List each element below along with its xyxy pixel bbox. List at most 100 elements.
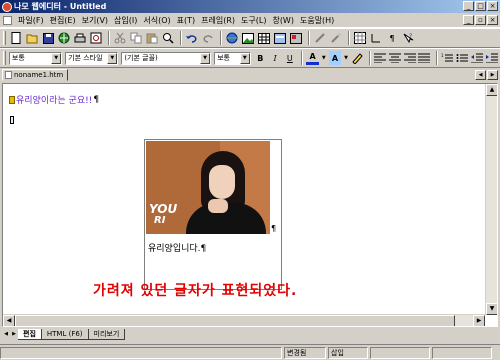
tab-next-button[interactable]: ▶	[487, 70, 498, 80]
menu-frame[interactable]: 프레임(R)	[198, 15, 238, 26]
tab-preview[interactable]: 미리보기	[88, 328, 126, 340]
status-insert-mode: 삽입	[328, 346, 368, 359]
outdent-icon[interactable]	[470, 51, 483, 65]
base-style-select[interactable]: 기본 스타일 ▼	[65, 51, 119, 65]
copy-icon[interactable]	[129, 31, 143, 45]
scroll-left-button[interactable]: ◀	[3, 315, 15, 326]
new-icon[interactable]	[9, 31, 23, 45]
view-tab-prev-icon[interactable]: ◀	[2, 329, 10, 339]
font-select[interactable]: (기본 글꼴) ▼	[121, 51, 212, 65]
vertical-scrollbar[interactable]: ▲ ▼	[485, 84, 497, 315]
align-right-icon[interactable]	[403, 51, 416, 65]
form-icon[interactable]	[273, 31, 287, 45]
undo-icon[interactable]	[185, 31, 199, 45]
menu-view[interactable]: 보기(V)	[79, 15, 111, 26]
print-icon[interactable]	[73, 31, 87, 45]
scroll-up-button[interactable]: ▲	[486, 84, 497, 96]
toolbar-separator	[180, 31, 182, 45]
doc-restore-button[interactable]: ▫	[475, 15, 486, 25]
publish-icon[interactable]	[57, 31, 71, 45]
layer-icon[interactable]	[313, 31, 327, 45]
tab-noname1[interactable]: noname1.htm	[2, 69, 69, 81]
indent-icon[interactable]	[485, 51, 498, 65]
chevron-down-icon[interactable]: ▼	[107, 52, 118, 64]
highlight-icon[interactable]	[351, 51, 364, 65]
svg-text:1: 1	[441, 53, 444, 58]
toolbar-grip[interactable]	[3, 31, 6, 45]
toolbar-separator	[348, 31, 350, 45]
tab-html[interactable]: HTML (F6)	[41, 328, 89, 340]
help-icon[interactable]: ?	[401, 31, 415, 45]
image-icon[interactable]	[241, 31, 255, 45]
image-caption[interactable]: 유리양입니다.¶	[148, 241, 206, 254]
paragraph-style-select[interactable]: 보통 ▼	[8, 51, 63, 65]
doc-minimize-button[interactable]: _	[463, 15, 474, 25]
scroll-right-button[interactable]: ▶	[473, 315, 485, 326]
link-icon[interactable]	[225, 31, 239, 45]
numbered-list-icon[interactable]: 1	[441, 51, 454, 65]
redo-icon[interactable]	[201, 31, 215, 45]
chevron-down-icon[interactable]: ▼	[200, 52, 211, 64]
cut-icon[interactable]	[113, 31, 127, 45]
bookmark-marker-icon[interactable]	[9, 95, 15, 104]
maximize-button[interactable]: □	[475, 1, 486, 11]
menu-help[interactable]: 도움말(H)	[297, 15, 337, 26]
image-layer-box[interactable]: YOU RI ¶ 유리양입니다.¶	[144, 139, 282, 290]
document-icon[interactable]	[3, 15, 12, 25]
chevron-down-icon[interactable]: ▼	[321, 51, 326, 65]
menu-file[interactable]: 파일(F)	[15, 15, 47, 26]
plugin-icon[interactable]	[289, 31, 303, 45]
close-button[interactable]: ×	[487, 1, 498, 11]
tab-edit[interactable]: 편집	[18, 328, 42, 340]
underline-button[interactable]: U	[283, 51, 296, 65]
menu-table[interactable]: 표(T)	[174, 15, 199, 26]
font-size-select[interactable]: 보통 ▼	[214, 51, 251, 65]
layer-anchor-marker[interactable]	[10, 116, 14, 124]
grid-icon[interactable]	[353, 31, 367, 45]
bullet-list-icon[interactable]	[456, 51, 469, 65]
save-icon[interactable]	[41, 31, 55, 45]
format-toolbar: 보통 ▼ 기본 스타일 ▼ (기본 글꼴) ▼ 보통 ▼ B I U A ▼ A…	[0, 48, 500, 68]
align-justify-icon[interactable]	[418, 51, 431, 65]
text-line-1[interactable]: 유리양이라는 군요!! ¶	[9, 93, 99, 106]
align-center-icon[interactable]	[388, 51, 401, 65]
doc-close-button[interactable]: ×	[487, 15, 498, 25]
font-value: (기본 글꼴)	[124, 54, 158, 62]
find-icon[interactable]	[161, 31, 175, 45]
tab-prev-button[interactable]: ◀	[475, 70, 486, 80]
chevron-down-icon[interactable]: ▼	[51, 52, 62, 64]
view-tab-next-icon[interactable]: ▶	[10, 329, 18, 339]
ruler-icon[interactable]	[369, 31, 383, 45]
horizontal-scrollbar[interactable]: ◀ ▶	[3, 314, 485, 326]
paragraph-mark: ¶	[93, 94, 100, 105]
menu-window[interactable]: 창(W)	[269, 15, 297, 26]
scroll-down-button[interactable]: ▼	[486, 303, 497, 315]
base-style-value: 기본 스타일	[68, 54, 103, 62]
menu-edit[interactable]: 편집(E)	[47, 15, 79, 26]
menu-format[interactable]: 서식(O)	[140, 15, 173, 26]
minimize-button[interactable]: _	[463, 1, 474, 11]
open-icon[interactable]	[25, 31, 39, 45]
file-icon	[5, 71, 12, 79]
bold-button[interactable]: B	[254, 51, 267, 65]
table-icon[interactable]	[257, 31, 271, 45]
text-background-button[interactable]: A	[328, 51, 342, 65]
toolbar-grip[interactable]	[3, 51, 6, 65]
script-icon[interactable]	[329, 31, 343, 45]
font-color-button[interactable]: A	[306, 51, 320, 65]
menu-insert[interactable]: 삽입(I)	[111, 15, 140, 26]
portrait-photo[interactable]: YOU RI	[146, 141, 270, 234]
italic-button[interactable]: I	[269, 51, 282, 65]
paste-icon[interactable]	[145, 31, 159, 45]
editor-canvas[interactable]: 유리양이라는 군요!! ¶ YOU RI ¶ 유리양입니다.¶ 가려져 있던 글…	[2, 83, 498, 327]
menu-bar: 파일(F) 편집(E) 보기(V) 삽입(I) 서식(O) 표(T) 프레임(R…	[0, 13, 500, 28]
paragraph-icon[interactable]: ¶	[385, 31, 399, 45]
title-bar[interactable]: 나모 웹에디터 - Untitled _ □ ×	[0, 0, 500, 13]
chevron-down-icon[interactable]: ▼	[239, 52, 250, 64]
horizontal-scroll-thumb[interactable]	[15, 315, 455, 326]
chevron-down-icon[interactable]: ▼	[343, 51, 348, 65]
red-annotation-text: 가려져 있던 글자가 표현되었다.	[93, 283, 298, 299]
menu-tools[interactable]: 도구(L)	[238, 15, 269, 26]
preview-icon[interactable]	[89, 31, 103, 45]
align-left-icon[interactable]	[373, 51, 387, 65]
